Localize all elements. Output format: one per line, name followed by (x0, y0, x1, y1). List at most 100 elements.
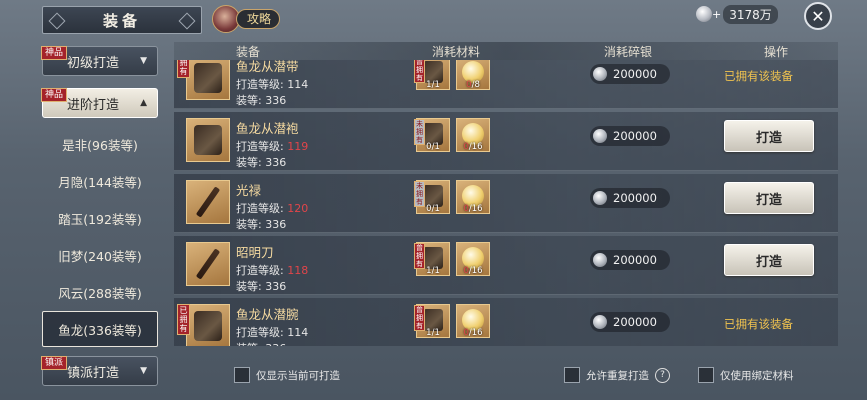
material-need: 16 (471, 266, 483, 276)
gear-score-label: 装等: (236, 342, 262, 346)
cost-value: 200000 (613, 67, 657, 81)
equipment-thumbnail[interactable] (186, 242, 230, 286)
cost-display: 200000 (590, 64, 670, 84)
material-need: 16 (471, 142, 483, 152)
equipment-image (194, 125, 222, 155)
checkbox-box[interactable] (234, 367, 250, 383)
table-row[interactable]: 已拥有鱼龙从潜腕打造等级: 114装等: 336曾拥有1/10/16200000… (174, 298, 838, 346)
material-need: 16 (471, 328, 483, 338)
gear-score: 装等: 336 (236, 278, 286, 294)
material-have: 0 (463, 142, 469, 152)
material-slot[interactable]: 0/16 (456, 304, 490, 338)
level-item[interactable]: 月隐(144装等) (42, 163, 158, 199)
checkbox-label: 仅显示当前可打造 (256, 369, 340, 382)
material-slot[interactable]: 未拥有 0/1 (414, 180, 450, 214)
forge-level: 打造等级: 114 (236, 324, 308, 340)
owned-tag: 拥有 (177, 60, 190, 78)
forge-level-value: 120 (287, 202, 309, 215)
material-slot[interactable]: 未拥有 0/1 (414, 118, 450, 152)
category-tag: 神品 (41, 88, 68, 102)
cost-value: 200000 (613, 129, 657, 143)
level-item[interactable]: 踏玉(192装等) (42, 200, 158, 236)
cost-display: 200000 (590, 312, 670, 332)
close-button[interactable]: ✕ (804, 2, 832, 30)
category-basic-forge[interactable]: 神品 初级打造 ▼ (41, 46, 158, 76)
level-list: 是非(96装等) 月隐(144装等) 踏玉(192装等) 旧梦(240装等) 风… (42, 126, 158, 348)
column-header-action: 操作 (764, 45, 789, 59)
equipment-thumbnail[interactable] (186, 118, 230, 162)
gear-score: 装等: 336 (236, 216, 286, 232)
level-item[interactable]: 风云(288装等) (42, 274, 158, 310)
table-row[interactable]: 光禄 打造等级: 120 装等: 336 未拥有 0/1 0/16 200000 打造 (174, 174, 838, 233)
material-count: 0/8 (466, 80, 480, 90)
close-icon: ✕ (811, 6, 825, 26)
bound-only-checkbox[interactable]: 仅使用绑定材料 (698, 366, 794, 384)
material-count: 0/16 (463, 328, 483, 338)
material-slot[interactable]: 0/16 (456, 180, 490, 214)
equipment-image (194, 63, 222, 93)
material-count: 1/1 (426, 80, 440, 90)
help-icon[interactable]: ? (655, 367, 670, 383)
material-slot[interactable]: 曾拥有 1/1 (414, 304, 450, 338)
cost-value: 200000 (613, 315, 657, 329)
column-header-cost: 消耗碎银 (604, 45, 653, 59)
material-slot[interactable]: 0/8 (456, 60, 490, 90)
currency-display[interactable]: + 3178万 (696, 4, 778, 24)
category-tag: 神品 (41, 46, 68, 60)
silver-coin-icon (593, 191, 607, 205)
title-ornament-left (48, 12, 66, 30)
forge-button[interactable]: 打造 (724, 120, 814, 152)
table-row[interactable]: 昭明刀 打造等级: 118 装等: 336 曾拥有 1/1 0/16 200000 打造 (174, 236, 838, 295)
allow-repeat-checkbox[interactable]: 允许重复打造 ? (564, 366, 670, 384)
chevron-up-icon: ▲ (140, 98, 147, 108)
table-row[interactable]: 鱼龙从潜袍 打造等级: 119 装等: 336 未拥有 0/1 0/16 200000 打造 (174, 112, 838, 171)
plus-icon: + (712, 7, 722, 21)
material-count: 1/1 (426, 328, 440, 338)
material-need: 16 (471, 204, 483, 214)
material-have: 1 (426, 328, 432, 338)
equipment-name: 鱼龙从潜袍 (236, 121, 299, 136)
forge-level-value: 119 (287, 140, 309, 153)
material-count: 0/1 (426, 204, 440, 214)
forge-level-label: 打造等级: (236, 264, 284, 277)
forge-level-value: 118 (287, 264, 309, 277)
level-item[interactable]: 是非(96装等) (42, 126, 158, 162)
equipment-list[interactable]: 拥有 鱼龙从潜带打造等级: 114 装等: 336 曾拥有 1/1 0/8 200000 已拥… (174, 60, 838, 346)
gear-score-value: 336 (265, 218, 287, 231)
equipment-thumbnail[interactable] (186, 60, 230, 100)
forge-level-label: 打造等级: (236, 78, 284, 91)
equipment-image (195, 186, 221, 218)
checkbox-box[interactable] (698, 367, 714, 383)
material-slot[interactable]: 0/16 (456, 242, 490, 276)
material-count: 0/16 (463, 142, 483, 152)
table-row[interactable]: 拥有 鱼龙从潜带 打造等级: 114 装等: 336 曾拥有 1/1 0/8 200000 已拥… (174, 60, 838, 109)
cost-value: 200000 (613, 191, 657, 205)
page-title: 装备 (102, 11, 141, 30)
material-slot[interactable]: 0/16 (456, 118, 490, 152)
level-item-selected[interactable]: 鱼龙(336装等) (42, 311, 158, 347)
silver-coin-icon (593, 129, 607, 143)
material-count: 0/1 (426, 142, 440, 152)
checkbox-label: 仅使用绑定材料 (720, 369, 794, 382)
material-slot[interactable]: 曾拥有 1/1 (414, 60, 450, 90)
category-advanced-forge[interactable]: 神品 进阶打造 ▲ (41, 88, 158, 118)
owned-status: 已拥有该装备 (724, 317, 793, 331)
guide-button[interactable]: 攻略 (212, 5, 281, 33)
column-header-materials: 消耗材料 (432, 45, 481, 59)
checkbox-box[interactable] (564, 367, 580, 383)
forge-level: 打造等级: 119 (236, 138, 308, 154)
material-have: 0 (466, 80, 472, 90)
equipment-thumbnail[interactable] (186, 304, 230, 346)
gear-score-label: 装等: (236, 94, 262, 107)
material-slot[interactable]: 曾拥有 1/1 (414, 242, 450, 276)
equipment-name: 昭明刀 (236, 245, 274, 260)
forge-button[interactable]: 打造 (724, 244, 814, 276)
checkbox-label: 允许重复打造 (586, 369, 649, 382)
category-sect-forge[interactable]: 镇派 镇派打造 ▼ (41, 356, 158, 386)
equipment-name: 鱼龙从潜带 (236, 60, 299, 74)
material-have: 0 (463, 328, 469, 338)
level-item[interactable]: 旧梦(240装等) (42, 237, 158, 273)
equipment-thumbnail[interactable] (186, 180, 230, 224)
only-forgeable-checkbox[interactable]: 仅显示当前可打造 (234, 366, 340, 384)
forge-button[interactable]: 打造 (724, 182, 814, 214)
